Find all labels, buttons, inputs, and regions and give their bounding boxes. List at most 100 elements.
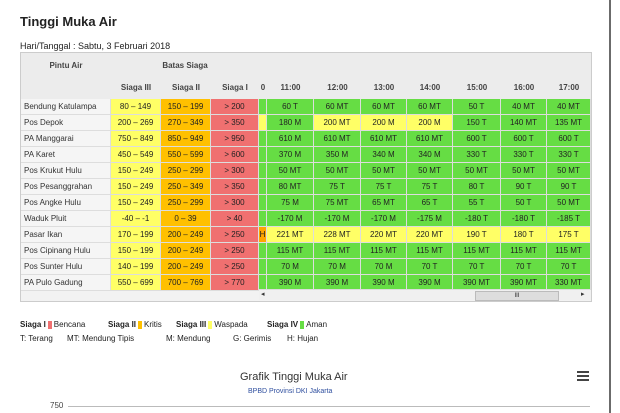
siaga-ii-range: 850 – 949: [161, 131, 211, 147]
level-value: [259, 131, 267, 147]
level-value: 80 MT: [267, 179, 314, 195]
siaga-i-range: > 950: [211, 131, 259, 147]
siaga-iii-range: 150 – 249: [111, 195, 161, 211]
table-row: PA Karet 450 – 549 550 – 599 > 600 370 M 350 …: [21, 147, 591, 163]
level-value: [259, 243, 267, 259]
level-value: 340 M: [361, 147, 407, 163]
scroll-thumb[interactable]: III: [475, 291, 559, 301]
station-name: Pos Angke Hulu: [21, 195, 111, 211]
level-value: [259, 259, 267, 275]
chart-title: Grafik Tinggi Muka Air: [240, 371, 348, 383]
level-value: -180 T: [453, 211, 501, 227]
siaga-ii-range: 200 – 249: [161, 259, 211, 275]
level-value: 75 T: [361, 179, 407, 195]
legend-swatch: [300, 320, 305, 329]
weather-code: MT: Mendung Tipis: [67, 334, 135, 343]
level-value: 600 T: [453, 131, 501, 147]
level-value: 330 T: [453, 147, 501, 163]
level-value: 180 T: [501, 227, 547, 243]
level-value: 370 M: [267, 147, 314, 163]
level-value: -175 M: [407, 211, 453, 227]
level-value: 50 MT: [314, 163, 361, 179]
menu-icon[interactable]: [577, 371, 591, 381]
table-row: Pos Krukut Hulu 150 – 249 250 – 299 > 300 50…: [21, 163, 591, 179]
level-value: 200 M: [361, 115, 407, 131]
siaga-i-range: > 40: [211, 211, 259, 227]
siaga-iii-range: 170 – 199: [111, 227, 161, 243]
station-name: Pos Depok: [21, 115, 111, 131]
level-value: 80 T: [453, 179, 501, 195]
level-value: 220 MT: [361, 227, 407, 243]
level-value: 190 T: [453, 227, 501, 243]
table-row: PA Manggarai 750 – 849 850 – 949 > 950 610 M…: [21, 131, 591, 147]
level-value: 115 MT: [501, 243, 547, 259]
level-value: 70 M: [361, 259, 407, 275]
station-name: Pos Sunter Hulu: [21, 259, 111, 275]
level-value: 180 M: [267, 115, 314, 131]
siaga-iii-range: 150 – 199: [111, 243, 161, 259]
level-value: 221 MT: [267, 227, 314, 243]
header-time-4: 14:00: [419, 83, 441, 92]
station-name: PA Manggarai: [21, 131, 111, 147]
station-name: Waduk Pluit: [21, 211, 111, 227]
header-time-1: 11:00: [280, 83, 301, 92]
horizontal-scrollbar[interactable]: ◂ III ▸: [259, 289, 591, 301]
level-value: 50 T: [453, 99, 501, 115]
table-header: Pintu Air Batas Siaga Siaga III Siaga II…: [21, 53, 591, 99]
siaga-ii-range: 700 – 769: [161, 275, 211, 291]
header-time-5: 15:00: [466, 83, 488, 92]
level-value: 40 MT: [547, 99, 591, 115]
legend-swatch: [47, 320, 52, 329]
level-value: 75 M: [267, 195, 314, 211]
legend-status: Aman: [306, 320, 328, 329]
siaga-ii-range: 550 – 599: [161, 147, 211, 163]
station-name: PA Pulo Gadung: [21, 275, 111, 291]
legend-item: Siaga III Waspada: [176, 320, 248, 329]
scroll-left-arrow-icon[interactable]: ◂: [261, 290, 265, 300]
header-pintu-air: Pintu Air: [49, 61, 83, 70]
level-value: 610 M: [267, 131, 314, 147]
level-value: 610 MT: [314, 131, 361, 147]
level-value: 200 M: [407, 115, 453, 131]
legend-swatch: [138, 320, 143, 329]
level-value: [259, 211, 267, 227]
header-time-0: 0: [260, 83, 266, 92]
header-siaga-iii: Siaga III: [120, 83, 152, 92]
weather-code: T: Terang: [20, 334, 53, 343]
siaga-iii-range: 200 – 269: [111, 115, 161, 131]
header-siaga-ii: Siaga II: [171, 83, 200, 92]
legend-status: Bencana: [53, 320, 86, 329]
legend-label: Siaga IV: [267, 320, 299, 329]
chart-subtitle: BPBD Provinsi DKI Jakarta: [248, 388, 333, 395]
header-time-2: 12:00: [327, 83, 348, 92]
level-value: 70 M: [314, 259, 361, 275]
legend-swatch: [208, 320, 213, 329]
siaga-ii-range: 270 – 349: [161, 115, 211, 131]
siaga-iii-range: -40 – -1: [111, 211, 161, 227]
siaga-i-range: > 300: [211, 195, 259, 211]
level-value: [259, 163, 267, 179]
header-time-7: 17:00: [558, 83, 580, 92]
legend-item: Siaga II Kritis: [108, 320, 162, 329]
level-value: [259, 99, 267, 115]
siaga-ii-range: 150 – 199: [161, 99, 211, 115]
level-value: 65 MT: [361, 195, 407, 211]
siaga-ii-range: 0 – 39: [161, 211, 211, 227]
siaga-ii-range: 250 – 349: [161, 179, 211, 195]
header-time-3: 13:00: [373, 83, 395, 92]
level-value: 60 MT: [361, 99, 407, 115]
level-value: [259, 147, 267, 163]
level-value: 150 T: [453, 115, 501, 131]
station-name: Pasar Ikan: [21, 227, 111, 243]
level-value: 50 MT: [547, 163, 591, 179]
level-value: 340 M: [407, 147, 453, 163]
table-row: Pos Depok 200 – 269 270 – 349 > 350 180 M 200…: [21, 115, 591, 131]
siaga-i-range: > 350: [211, 115, 259, 131]
scroll-right-arrow-icon[interactable]: ▸: [581, 290, 585, 300]
level-value: 65 T: [407, 195, 453, 211]
level-value: 50 MT: [267, 163, 314, 179]
chart-gridline: [68, 406, 590, 407]
level-value: 115 MT: [361, 243, 407, 259]
table-row: Pos Pesanggrahan 150 – 249 250 – 349 > 350 8…: [21, 179, 591, 195]
level-value: 115 MT: [314, 243, 361, 259]
